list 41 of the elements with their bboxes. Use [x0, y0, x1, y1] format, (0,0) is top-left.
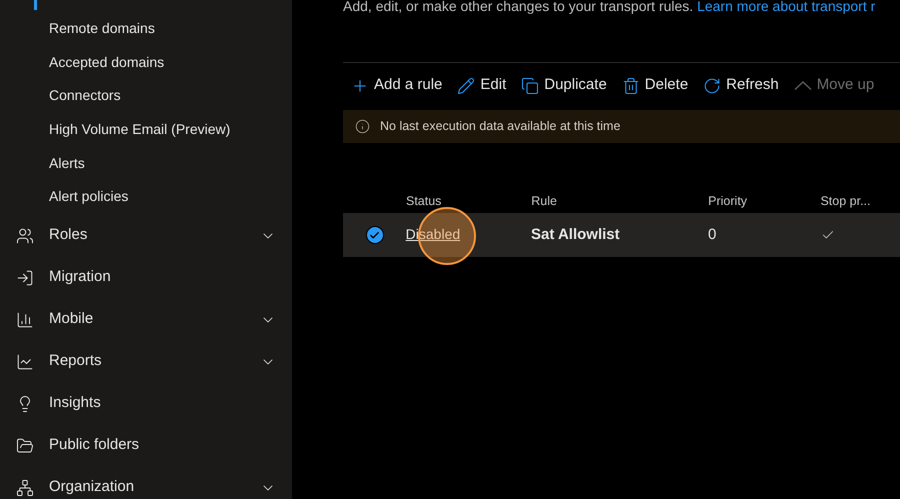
toolbar-button[interactable]: Delete	[622, 74, 688, 97]
hierarchy-icon	[16, 478, 34, 497]
sidebar-item[interactable]: Public folders	[0, 424, 292, 467]
sidebar-item[interactable]: Roles	[0, 214, 292, 257]
selected-check-icon[interactable]	[366, 226, 384, 244]
learn-more-link[interactable]: Learn more about transport r	[697, 0, 876, 14]
sidebar-subitem[interactable]: Remote domains	[0, 12, 292, 46]
column-header[interactable]: Status	[406, 192, 532, 210]
sidebar-subitem[interactable]: High Volume Email (Preview)	[0, 112, 292, 146]
toolbar-button[interactable]: Edit	[457, 74, 506, 97]
sidebar-subitem[interactable]: Alerts	[0, 146, 292, 180]
bar-chart-icon	[16, 310, 34, 329]
sidebar-item[interactable]: Reports	[0, 340, 292, 383]
line-chart-icon	[16, 352, 34, 371]
column-header[interactable]: Rule	[531, 192, 708, 210]
sidebar-subitem[interactable]: Connectors	[0, 79, 292, 113]
info-text: No last execution data available at this time	[380, 118, 620, 136]
rule-name: Sat Allowlist	[531, 224, 621, 245]
trash-icon	[622, 76, 640, 94]
refresh-icon	[703, 76, 722, 94]
column-header[interactable]: Priority	[708, 192, 820, 210]
folder-icon	[16, 436, 34, 455]
info-icon	[355, 119, 370, 134]
people-icon	[16, 226, 34, 245]
sidebar-subitem[interactable]: Accepted domains	[0, 46, 292, 80]
chevron-up-icon	[794, 81, 812, 90]
description-text: Add, edit, or make other changes to your transport rules.	[343, 0, 694, 14]
toolbar-button[interactable]: Refresh	[703, 74, 779, 97]
selection-bar	[34, 0, 37, 10]
sidebar-item[interactable]: Migration	[0, 256, 292, 299]
sidebar-item[interactable]: Insights	[0, 382, 292, 425]
column-header[interactable]: Stop pr...	[820, 192, 900, 210]
door-arrow-icon	[16, 268, 34, 287]
toolbar-button[interactable]: Add a rule	[351, 74, 442, 97]
sidebar-item[interactable]: Organization	[0, 466, 292, 499]
sidebar-subitem[interactable]: Alert policies	[0, 180, 292, 214]
pencil-icon	[457, 76, 476, 94]
toolbar-button[interactable]: Duplicate	[521, 74, 607, 97]
sidebar-item[interactable]: Mobile	[0, 298, 292, 341]
priority-value: 0	[708, 224, 718, 245]
copy-icon	[521, 76, 540, 94]
